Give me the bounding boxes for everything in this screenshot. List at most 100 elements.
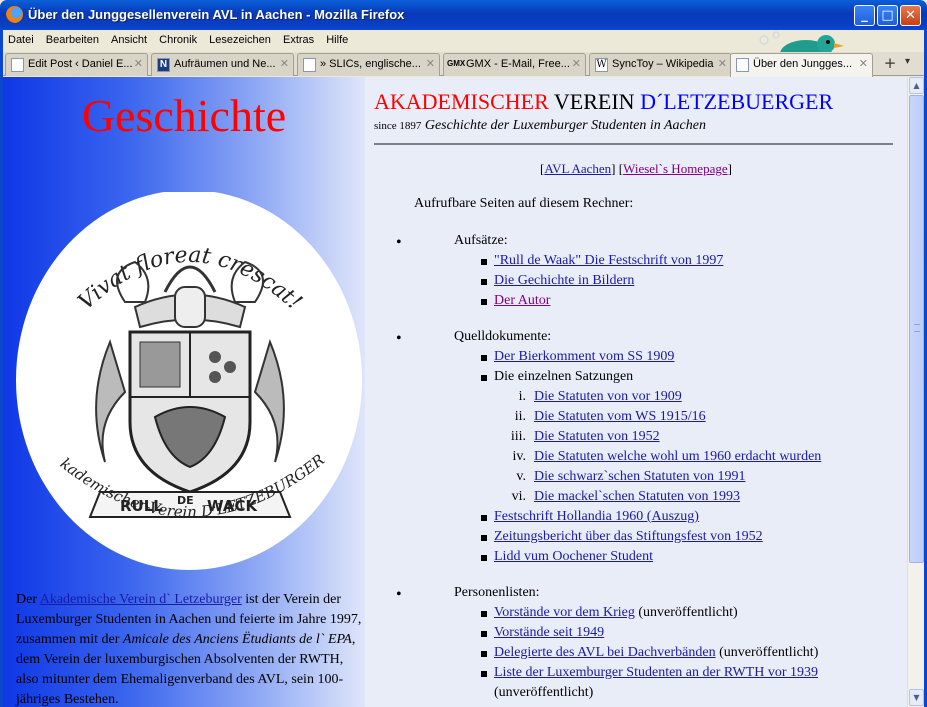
tab-close-icon[interactable]: ✕ bbox=[280, 57, 289, 70]
roman-num: vi. bbox=[511, 489, 526, 504]
person-list-item: Vorstände seit 1949 bbox=[480, 625, 604, 641]
left-column: Geschichte Vivat floreat crescat! RULL D… bbox=[3, 77, 365, 707]
statuten-item: iv. Die Statuten welche wohl um 1960 erda… bbox=[513, 449, 822, 465]
person-list-item: Delegierte des AVL bei Dachverbänden (un… bbox=[480, 645, 819, 661]
link-statuten-1952[interactable]: Die Statuten von 1952 bbox=[534, 429, 660, 444]
person-list-item: Liste der Luxemburger Studenten an der R… bbox=[481, 665, 818, 681]
menu-chronik[interactable]: Chronik bbox=[154, 30, 201, 46]
link-der-autor[interactable]: Der Autor bbox=[480, 293, 550, 309]
tab-synctoy[interactable]: W SyncToy – Wikipedia ✕ bbox=[589, 53, 732, 76]
intro-paragraph: Der Akademische Verein d` Letzeburger is… bbox=[16, 590, 366, 707]
minimize-button[interactable]: _ bbox=[854, 5, 875, 26]
link-rull-de-waak[interactable]: "Rull de Waak" Die Festschrift von 1997 bbox=[480, 253, 723, 269]
maximize-button[interactable]: □ bbox=[877, 5, 898, 26]
scroll-up-button[interactable]: ▲ bbox=[909, 77, 924, 94]
page-icon bbox=[736, 58, 749, 72]
menu-ansicht[interactable]: Ansicht bbox=[106, 30, 151, 46]
roman-num: iv. bbox=[512, 449, 526, 464]
link-festschrift-hollandia[interactable]: Festschrift Hollandia 1960 (Auszug) bbox=[481, 509, 699, 525]
roman-num: iii. bbox=[510, 429, 526, 444]
tab-list-icon[interactable]: ▾ bbox=[905, 56, 910, 67]
page-title-geschichte: Geschichte bbox=[81, 90, 287, 141]
window-title: Über den Junggesellenverein AVL in Aache… bbox=[28, 7, 405, 22]
link-wiesels-homepage[interactable]: Wiesel`s Homepage bbox=[623, 161, 728, 176]
intro-text: Aufrufbare Seiten auf diesem Rechner: bbox=[414, 196, 634, 211]
menu-extras[interactable]: Extras bbox=[278, 30, 318, 46]
link-lidd-vum-oochener[interactable]: Lidd vum Oochener Student bbox=[480, 549, 653, 565]
note-text: (unveröffentlicht) bbox=[494, 685, 594, 700]
link-statuten-vor-1909[interactable]: Die Statuten von vor 1909 bbox=[534, 389, 682, 404]
link-vorstaende-vor-krieg[interactable]: Vorstände vor dem Krieg bbox=[494, 605, 635, 620]
bullet: • bbox=[396, 330, 402, 347]
nav-links: [AVL Aachen] [Wiesel`s Homepage] bbox=[540, 161, 732, 176]
scroll-thumb[interactable] bbox=[909, 95, 924, 563]
para-italic: Amicale des Anciens Ëtudiants de l` EPA bbox=[122, 632, 352, 647]
link-mackel-statuten[interactable]: Die mackel`schen Statuten von 1993 bbox=[534, 489, 740, 504]
since-text: since 1897 bbox=[374, 120, 422, 132]
header-word-verein: VEREIN bbox=[553, 89, 635, 114]
menu-lesezeichen[interactable]: Lesezeichen bbox=[204, 30, 275, 46]
page-content: Geschichte Vivat floreat crescat! RULL D… bbox=[3, 77, 907, 707]
tab-gmx[interactable]: GMX GMX - E-Mail, Free... ✕ bbox=[443, 53, 586, 76]
tab-aufraeumen[interactable]: N Aufräumen und Ne... ✕ bbox=[151, 53, 294, 76]
menu-bar: Datei Bearbeiten Ansicht Chronik Lesezei… bbox=[3, 30, 924, 80]
page-icon bbox=[11, 58, 24, 72]
header-divider bbox=[374, 143, 893, 145]
link-gechichte-in-bildern[interactable]: Die Gechichte in Bildern bbox=[480, 273, 634, 289]
scroll-down-button[interactable]: ▼ bbox=[909, 689, 924, 706]
tab-label: Aufräumen und Ne... bbox=[174, 58, 276, 70]
tab-close-icon[interactable]: ✕ bbox=[859, 57, 868, 70]
tab-bar: Edit Post ‹ Daniel E... ✕ N Aufräumen un… bbox=[3, 52, 924, 77]
new-tab-button[interactable]: + bbox=[879, 54, 901, 74]
grip-icon bbox=[914, 324, 920, 332]
tab-label: Edit Post ‹ Daniel E... bbox=[28, 58, 133, 70]
section-heading: Aufsätze: bbox=[454, 233, 508, 248]
tab-edit-post[interactable]: Edit Post ‹ Daniel E... ✕ bbox=[5, 53, 148, 76]
person-list-item: Vorstände vor dem Krieg (unveröffentlich… bbox=[481, 605, 738, 621]
roman-num: ii. bbox=[514, 409, 526, 424]
firefox-icon bbox=[6, 6, 23, 23]
satzungen-label: Die einzelnen Satzungen bbox=[480, 369, 634, 384]
tab-slics[interactable]: » SLICs, englische... ✕ bbox=[297, 53, 440, 76]
tab-label: » SLICs, englische... bbox=[320, 58, 421, 70]
link-delegierte[interactable]: Delegierte des AVL bei Dachverbänden bbox=[494, 645, 716, 660]
note-text: (unveröffentlicht) bbox=[634, 605, 738, 620]
n-icon: N bbox=[157, 58, 170, 72]
roman-num: v. bbox=[516, 469, 526, 484]
section-heading: Personenlisten: bbox=[454, 585, 540, 600]
tab-close-icon[interactable]: ✕ bbox=[134, 57, 143, 70]
link-bierkomment[interactable]: Der Bierkomment vom SS 1909 bbox=[480, 349, 674, 365]
link-statuten-1960[interactable]: Die Statuten welche wohl um 1960 erdacht… bbox=[534, 449, 821, 464]
statuten-item: vi. Die mackel`schen Statuten von 1993 bbox=[512, 489, 740, 505]
header-word-letzebuerger: D´LETZEBUERGER bbox=[640, 89, 834, 114]
tab-close-icon[interactable]: ✕ bbox=[572, 57, 581, 70]
tab-close-icon[interactable]: ✕ bbox=[718, 57, 727, 70]
link-zeitungsbericht[interactable]: Zeitungsbericht über das Stiftungsfest v… bbox=[481, 529, 763, 545]
title-bar: Über den Junggesellenverein AVL in Aache… bbox=[0, 0, 927, 30]
gmx-icon: GMX bbox=[447, 59, 466, 68]
menu-datei[interactable]: Datei bbox=[3, 30, 38, 46]
link-vorstaende-seit-1949[interactable]: Vorstände seit 1949 bbox=[494, 625, 604, 640]
tab-close-icon[interactable]: ✕ bbox=[426, 57, 435, 70]
close-window-button[interactable]: ✕ bbox=[900, 5, 921, 26]
subtitle-text: Geschichte der Luxemburger Studenten in … bbox=[424, 118, 706, 133]
menu-hilfe[interactable]: Hilfe bbox=[321, 30, 352, 46]
link-schwarz-statuten[interactable]: Die schwarz`schen Statuten von 1991 bbox=[534, 469, 746, 484]
menu-bearbeiten[interactable]: Bearbeiten bbox=[41, 30, 103, 46]
tab-avl-active[interactable]: Über den Jungges... ✕ bbox=[730, 53, 873, 77]
link-statuten-ws-1915[interactable]: Die Statuten vom WS 1915/16 bbox=[534, 409, 706, 424]
bullet: • bbox=[396, 586, 402, 603]
statuten-item: iii. Die Statuten von 1952 bbox=[511, 429, 660, 445]
link-liste-studenten[interactable]: Liste der Luxemburger Studenten an der R… bbox=[494, 665, 818, 680]
vertical-scrollbar[interactable]: ▲ ▼ bbox=[907, 77, 924, 707]
statuten-item: v. Die schwarz`schen Statuten von 1991 bbox=[516, 469, 746, 485]
note-text: (unveröffentlicht) bbox=[715, 645, 819, 660]
bullet: • bbox=[396, 234, 402, 251]
site-subheader: since 1897 Geschichte der Luxemburger St… bbox=[374, 118, 706, 134]
tab-label: SyncToy – Wikipedia bbox=[612, 58, 714, 70]
statuten-item: i. Die Statuten von vor 1909 bbox=[519, 389, 682, 405]
link-avl-aachen[interactable]: AVL Aachen bbox=[544, 161, 611, 176]
roman-num: i. bbox=[518, 389, 526, 404]
link-akademische-verein[interactable]: Akademische Verein d` Letzeburger bbox=[40, 592, 242, 607]
tab-label: GMX - E-Mail, Free... bbox=[466, 58, 570, 70]
